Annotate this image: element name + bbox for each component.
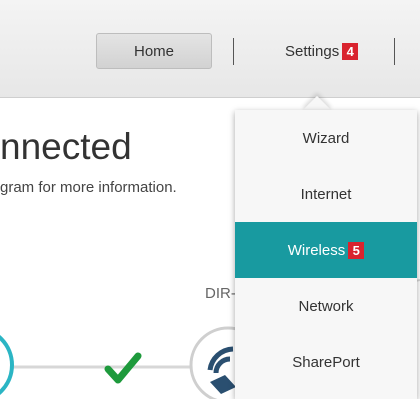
home-button-label: Home: [133, 42, 174, 60]
menu-item-shareport[interactable]: SharePort: [235, 334, 417, 390]
wireless-step-badge: 5: [348, 241, 365, 259]
settings-step-badge: 4: [342, 42, 359, 60]
menu-item-network[interactable]: Network: [235, 278, 417, 334]
page-subtitle: gram for more information.: [0, 179, 177, 196]
menu-item-label: Wireless: [287, 241, 346, 259]
nav-separator: [233, 38, 234, 65]
menu-item-label: Internet: [300, 185, 352, 203]
menu-item-internet[interactable]: Internet: [235, 166, 417, 222]
menu-item-wireless[interactable]: Wireless 5: [235, 222, 417, 278]
menu-item-wizard[interactable]: Wizard: [235, 110, 417, 166]
nav-separator: [394, 38, 395, 65]
menu-item-label: SharePort: [292, 353, 360, 371]
internet-node: [0, 335, 14, 395]
settings-nav-item[interactable]: Settings 4: [285, 38, 359, 64]
settings-dropdown-menu: Wizard Internet Wireless 5 Network Share…: [235, 110, 417, 399]
top-nav-bar: Home Settings 4: [0, 0, 420, 98]
menu-item-label: Network: [298, 297, 354, 315]
menu-item-label: Wizard: [302, 129, 350, 147]
home-button[interactable]: Home: [96, 33, 212, 69]
settings-label: Settings: [285, 42, 340, 60]
page-title: nnected: [0, 126, 132, 167]
